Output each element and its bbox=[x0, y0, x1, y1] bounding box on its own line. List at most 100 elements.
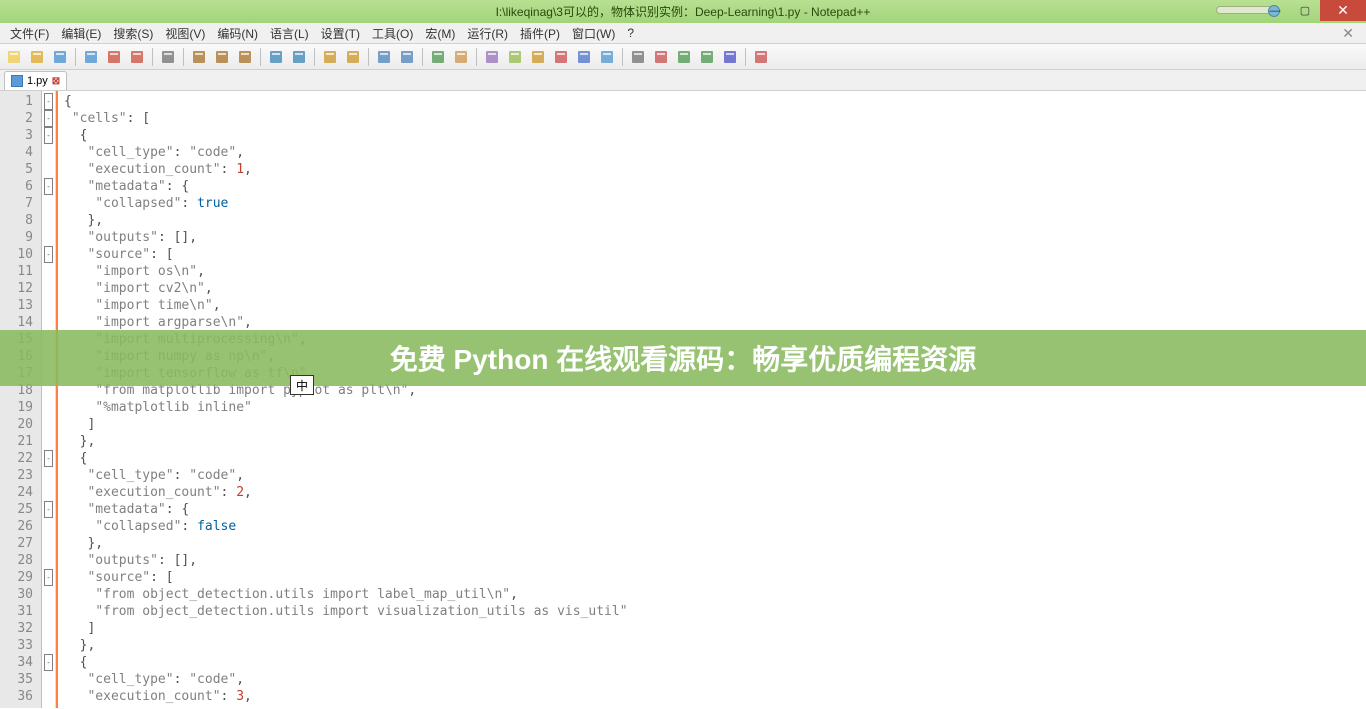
print-icon[interactable] bbox=[158, 47, 178, 67]
replay-icon[interactable] bbox=[697, 47, 717, 67]
code-line[interactable]: "from object_detection.utils import labe… bbox=[64, 586, 1366, 603]
code-line[interactable]: "cell_type": "code", bbox=[64, 467, 1366, 484]
close-file-icon[interactable] bbox=[104, 47, 124, 67]
close-button[interactable]: ✕ bbox=[1320, 0, 1366, 21]
find-icon[interactable] bbox=[320, 47, 340, 67]
save-macro-icon[interactable] bbox=[720, 47, 740, 67]
fold-marker[interactable]: - bbox=[42, 110, 55, 127]
code-area[interactable]: { "cells": [ { "cell_type": "code", "exe… bbox=[56, 91, 1366, 708]
code-line[interactable]: "source": [ bbox=[64, 246, 1366, 263]
save-all-icon[interactable] bbox=[81, 47, 101, 67]
code-line[interactable]: }, bbox=[64, 212, 1366, 229]
menu-插件(P)[interactable]: 插件(P) bbox=[514, 25, 566, 42]
line-number: 4 bbox=[0, 144, 41, 161]
fold-marker[interactable]: - bbox=[42, 501, 55, 518]
menu-视图(V)[interactable]: 视图(V) bbox=[159, 25, 211, 42]
code-line[interactable]: "cells": [ bbox=[64, 110, 1366, 127]
menu-语言(L)[interactable]: 语言(L) bbox=[264, 25, 315, 42]
code-line[interactable]: "collapsed": false bbox=[64, 518, 1366, 535]
redo-icon[interactable] bbox=[289, 47, 309, 67]
editor[interactable]: 1234567891011121314151617181920212223242… bbox=[0, 91, 1366, 708]
line-number: 9 bbox=[0, 229, 41, 246]
menu-close-icon[interactable]: ✕ bbox=[1334, 25, 1362, 42]
code-line[interactable]: "collapsed": true bbox=[64, 195, 1366, 212]
file-tab[interactable]: 1.py ⊠ bbox=[4, 71, 67, 90]
code-line[interactable]: { bbox=[64, 93, 1366, 110]
fold-marker[interactable]: - bbox=[42, 654, 55, 671]
menu-?[interactable]: ? bbox=[621, 26, 640, 40]
maximize-button[interactable]: ▢ bbox=[1290, 0, 1320, 21]
menu-搜索(S)[interactable]: 搜索(S) bbox=[107, 25, 159, 42]
folder-icon[interactable] bbox=[528, 47, 548, 67]
fold-marker[interactable]: - bbox=[42, 178, 55, 195]
cut-icon[interactable] bbox=[189, 47, 209, 67]
code-line[interactable]: "import time\n", bbox=[64, 297, 1366, 314]
code-line[interactable]: ] bbox=[64, 416, 1366, 433]
menu-设置(T)[interactable]: 设置(T) bbox=[315, 25, 366, 42]
record-macro-icon[interactable] bbox=[651, 47, 671, 67]
save-file-icon[interactable] bbox=[50, 47, 70, 67]
copy-icon[interactable] bbox=[212, 47, 232, 67]
code-line[interactable]: "cell_type": "code", bbox=[64, 144, 1366, 161]
menu-编码(N)[interactable]: 编码(N) bbox=[211, 25, 264, 42]
fold-marker bbox=[42, 314, 55, 331]
fold-marker[interactable]: - bbox=[42, 93, 55, 110]
code-line[interactable]: "cell_type": "code", bbox=[64, 671, 1366, 688]
fold-marker bbox=[42, 688, 55, 705]
word-wrap-icon[interactable] bbox=[451, 47, 471, 67]
fold-marker[interactable]: - bbox=[42, 569, 55, 586]
show-all-icon[interactable] bbox=[482, 47, 502, 67]
undo-icon[interactable] bbox=[266, 47, 286, 67]
menu-运行(R)[interactable]: 运行(R) bbox=[461, 25, 514, 42]
fold-marker[interactable]: - bbox=[42, 127, 55, 144]
new-file-icon[interactable] bbox=[4, 47, 24, 67]
code-line[interactable]: "import argparse\n", bbox=[64, 314, 1366, 331]
fold-marker[interactable]: - bbox=[42, 246, 55, 263]
code-line[interactable]: "%matplotlib inline" bbox=[64, 399, 1366, 416]
code-line[interactable]: "from object_detection.utils import visu… bbox=[64, 603, 1366, 620]
line-number: 28 bbox=[0, 552, 41, 569]
replace-icon[interactable] bbox=[343, 47, 363, 67]
code-line[interactable]: }, bbox=[64, 535, 1366, 552]
code-line[interactable]: { bbox=[64, 450, 1366, 467]
fold-marker bbox=[42, 535, 55, 552]
function-list-icon[interactable] bbox=[574, 47, 594, 67]
code-line[interactable]: "import cv2\n", bbox=[64, 280, 1366, 297]
doc-map-icon[interactable] bbox=[597, 47, 617, 67]
code-line[interactable]: "execution_count": 2, bbox=[64, 484, 1366, 501]
code-line[interactable]: "outputs": [], bbox=[64, 229, 1366, 246]
menu-工具(O)[interactable]: 工具(O) bbox=[366, 25, 419, 42]
open-file-icon[interactable] bbox=[27, 47, 47, 67]
play-macro-icon[interactable] bbox=[674, 47, 694, 67]
monitor-icon[interactable] bbox=[628, 47, 648, 67]
menu-宏(M)[interactable]: 宏(M) bbox=[419, 25, 461, 42]
code-line[interactable]: { bbox=[64, 127, 1366, 144]
fold-marker bbox=[42, 195, 55, 212]
code-line[interactable]: }, bbox=[64, 433, 1366, 450]
close-all-icon[interactable] bbox=[127, 47, 147, 67]
code-line[interactable]: }, bbox=[64, 637, 1366, 654]
sync-icon[interactable] bbox=[428, 47, 448, 67]
menu-编辑(E)[interactable]: 编辑(E) bbox=[55, 25, 107, 42]
code-line[interactable]: { bbox=[64, 654, 1366, 671]
zoom-out-icon[interactable] bbox=[397, 47, 417, 67]
code-line[interactable]: "outputs": [], bbox=[64, 552, 1366, 569]
spell-check-icon[interactable] bbox=[751, 47, 771, 67]
tab-close-icon[interactable]: ⊠ bbox=[52, 76, 60, 87]
code-line[interactable]: ] bbox=[64, 620, 1366, 637]
language-icon[interactable] bbox=[551, 47, 571, 67]
code-line[interactable]: "metadata": { bbox=[64, 178, 1366, 195]
minimize-button[interactable]: — bbox=[1260, 0, 1290, 21]
tab-label: 1.py bbox=[27, 75, 48, 87]
menu-文件(F)[interactable]: 文件(F) bbox=[4, 25, 55, 42]
paste-icon[interactable] bbox=[235, 47, 255, 67]
fold-marker[interactable]: - bbox=[42, 450, 55, 467]
code-line[interactable]: "execution_count": 3, bbox=[64, 688, 1366, 705]
code-line[interactable]: "metadata": { bbox=[64, 501, 1366, 518]
code-line[interactable]: "execution_count": 1, bbox=[64, 161, 1366, 178]
zoom-in-icon[interactable] bbox=[374, 47, 394, 67]
indent-guide-icon[interactable] bbox=[505, 47, 525, 67]
code-line[interactable]: "source": [ bbox=[64, 569, 1366, 586]
code-line[interactable]: "import os\n", bbox=[64, 263, 1366, 280]
menu-窗口(W)[interactable]: 窗口(W) bbox=[566, 25, 621, 42]
